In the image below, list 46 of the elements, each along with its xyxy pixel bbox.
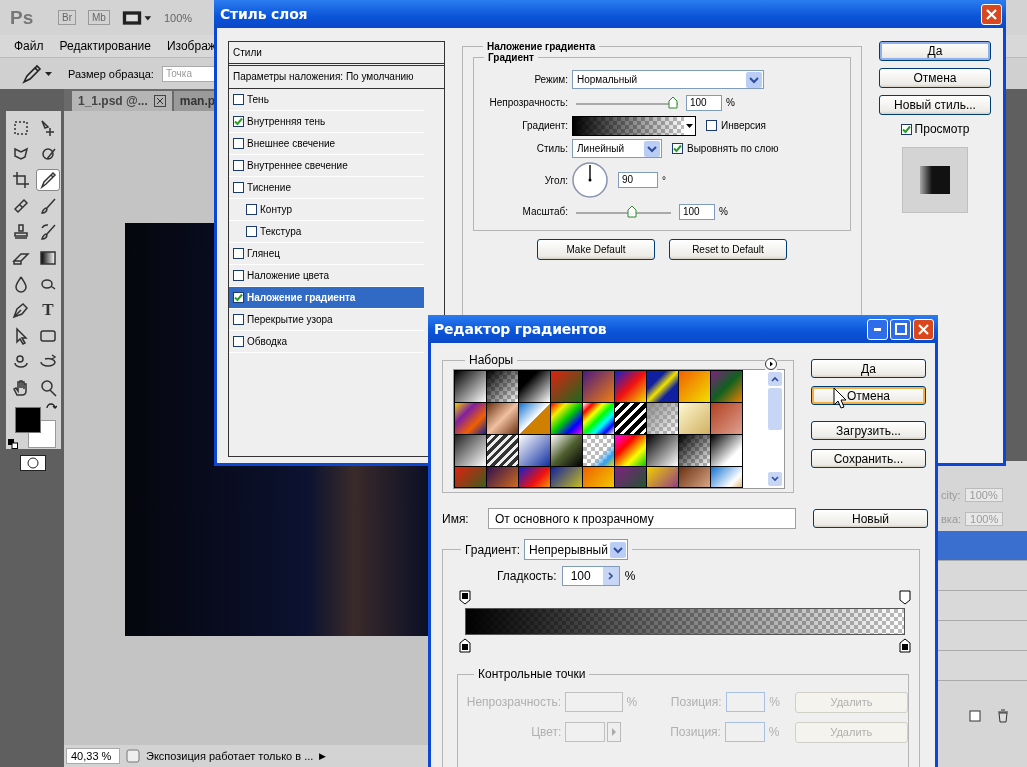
effect-label: Внешнее свечение <box>247 138 336 149</box>
percent-unit: % <box>624 569 636 583</box>
effect-label: Перекрытие узора <box>247 314 333 325</box>
stop-value-label: Цвет: <box>530 725 562 739</box>
gradient-type-label: Градиент: <box>465 542 520 557</box>
opacity-label: Непрозрачность: <box>488 97 568 108</box>
gradient-label: Градиент: <box>521 120 568 131</box>
position-label: Позиция: <box>669 695 722 709</box>
section-title: Наложение градиента <box>486 41 597 52</box>
name-label: Имя: <box>442 511 470 526</box>
style-label: Стиль: <box>535 143 568 154</box>
stops-title: Контрольные точки <box>477 667 587 681</box>
reverse-label: Инверсия <box>721 120 767 131</box>
align-label: Выровнять по слою <box>687 143 779 154</box>
effect-label: Наложение градиента <box>247 292 356 303</box>
preview-label: Просмотр <box>914 122 970 136</box>
window-title: Редактор градиентов <box>434 321 607 337</box>
layer-option-label: вка: <box>941 513 962 525</box>
scale-label: Масштаб: <box>521 206 568 217</box>
window-title: Стиль слоя <box>220 6 308 22</box>
app-logo: Ps <box>10 6 35 29</box>
effect-label: Глянец <box>247 248 280 259</box>
presets-title: Наборы <box>468 353 515 367</box>
angle-label: Угол: <box>543 174 568 186</box>
smoothness-label: Гладкость: <box>497 569 557 583</box>
effect-label: Текстура <box>260 226 302 237</box>
degree-unit: ° <box>662 174 666 186</box>
percent-unit: % <box>768 725 781 739</box>
effect-label: Контур <box>260 204 293 215</box>
mode-label: Режим: <box>533 74 568 85</box>
status-message: Экспозиция работает только в ... <box>146 750 314 762</box>
effect-label: Тиснение <box>247 182 291 193</box>
sample-size-label: Размер образца: <box>68 67 154 80</box>
effect-label: Тень <box>247 94 269 105</box>
percent-unit: % <box>726 97 735 108</box>
stop-value-label: Непрозрачность: <box>465 695 562 709</box>
effect-label: Наложение цвета <box>247 270 330 281</box>
percent-unit: % <box>626 695 639 709</box>
effect-label: Внутреннее свечение <box>247 160 348 171</box>
effect-label: Обводка <box>247 336 288 347</box>
percent-unit: % <box>719 206 728 217</box>
percent-unit: % <box>769 695 781 709</box>
group-title: Градиент <box>487 52 535 63</box>
effect-label: Внутренняя тень <box>247 116 326 127</box>
position-label: Позиция: <box>669 725 721 739</box>
layer-option-label: city: <box>941 489 961 501</box>
